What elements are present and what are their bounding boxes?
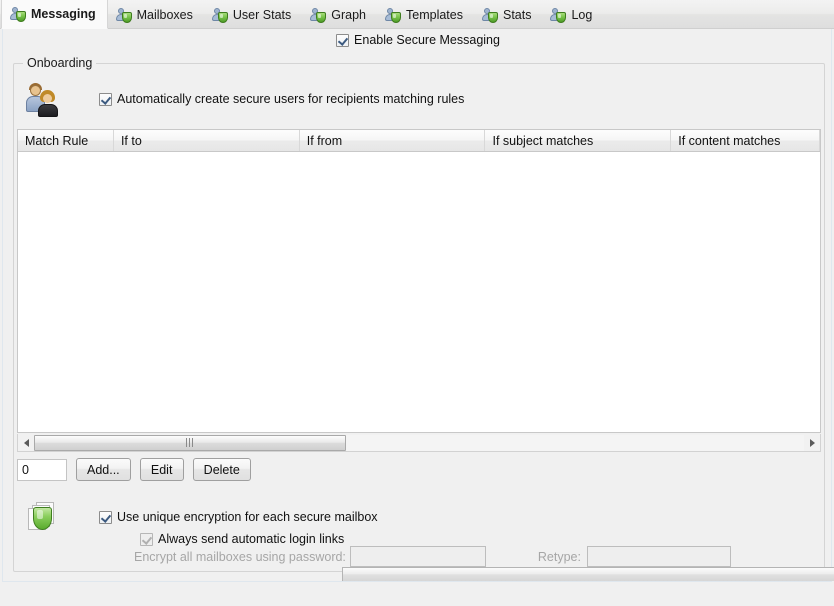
retype-password-input — [587, 546, 731, 567]
mailbox-shield-icon — [26, 501, 62, 533]
scroll-right-button[interactable] — [804, 435, 820, 451]
column-header-if-subject-matches[interactable]: If subject matches — [485, 130, 671, 151]
tab-label: Messaging — [31, 7, 96, 21]
column-header-if-content-matches[interactable]: If content matches — [671, 130, 820, 151]
enable-secure-messaging-checkbox[interactable]: Enable Secure Messaging — [336, 33, 500, 47]
encryption-row: Use unique encryption for each secure ma… — [20, 501, 810, 533]
tab-label: Log — [571, 8, 592, 22]
column-header-if-from[interactable]: If from — [300, 130, 486, 151]
retype-label: Retype: — [538, 550, 581, 564]
onboarding-row: Automatically create secure users for re… — [20, 78, 810, 120]
table-header-row: Match Rule If to If from If subject matc… — [18, 130, 820, 152]
password-input — [350, 546, 486, 567]
user-shield-icon — [385, 7, 401, 23]
checkbox-box[interactable] — [99, 93, 112, 106]
checkbox-label: Always send automatic login links — [158, 532, 344, 546]
user-shield-icon — [212, 7, 228, 23]
checkbox-box[interactable] — [336, 34, 349, 47]
add-button[interactable]: Add... — [76, 458, 131, 481]
checkbox-label: Enable Secure Messaging — [354, 33, 500, 47]
tab-stats[interactable]: Stats — [474, 0, 543, 29]
match-rules-table[interactable]: Match Rule If to If from If subject matc… — [17, 129, 821, 433]
auto-create-users-checkbox[interactable]: Automatically create secure users for re… — [99, 92, 464, 106]
checkbox-label: Use unique encryption for each secure ma… — [117, 510, 378, 524]
rules-toolbar: Add... Edit Delete — [17, 458, 251, 481]
scrollbar-thumb[interactable] — [34, 435, 346, 451]
messaging-panel: Enable Secure Messaging Onboarding Autom… — [2, 29, 832, 582]
password-label: Encrypt all mailboxes using password: — [134, 550, 346, 564]
delete-button[interactable]: Delete — [193, 458, 251, 481]
checkbox-box[interactable] — [99, 511, 112, 524]
tab-messaging[interactable]: Messaging — [1, 0, 108, 29]
column-header-match-rule[interactable]: Match Rule — [18, 130, 114, 151]
triangle-right-icon — [810, 439, 815, 447]
scroll-left-button[interactable] — [18, 435, 34, 451]
tab-user-stats[interactable]: User Stats — [204, 0, 302, 29]
user-shield-icon — [550, 7, 566, 23]
tab-templates[interactable]: Templates — [377, 0, 474, 29]
scrollbar-track[interactable] — [34, 435, 804, 451]
auto-login-links-row: Always send automatic login links — [140, 532, 344, 546]
rule-count-input[interactable] — [17, 459, 67, 481]
auto-login-links-checkbox: Always send automatic login links — [140, 532, 344, 546]
onboarding-groupbox: Onboarding Automatically create secure u… — [13, 63, 825, 572]
edit-button[interactable]: Edit — [140, 458, 184, 481]
tab-bar: Messaging Mailboxes User Stats Graph Tem… — [0, 0, 834, 29]
column-header-if-to[interactable]: If to — [114, 130, 300, 151]
tab-mailboxes[interactable]: Mailboxes — [108, 0, 204, 29]
user-shield-icon — [10, 6, 26, 22]
tab-log[interactable]: Log — [542, 0, 603, 29]
enable-secure-messaging-row: Enable Secure Messaging — [3, 33, 833, 47]
user-shield-icon — [310, 7, 326, 23]
bottom-toolbar-strip[interactable] — [342, 567, 834, 581]
checkbox-label: Automatically create secure users for re… — [117, 92, 464, 106]
table-horizontal-scrollbar[interactable] — [17, 434, 821, 452]
tab-label: Templates — [406, 8, 463, 22]
grip-lines-icon — [186, 438, 194, 447]
checkbox-box — [140, 533, 153, 546]
tab-label: Stats — [503, 8, 532, 22]
tab-label: Graph — [331, 8, 366, 22]
user-shield-icon — [482, 7, 498, 23]
two-users-icon — [26, 82, 60, 116]
tab-label: Mailboxes — [137, 8, 193, 22]
user-shield-icon — [116, 7, 132, 23]
triangle-left-icon — [24, 439, 29, 447]
tab-label: User Stats — [233, 8, 291, 22]
password-row: Encrypt all mailboxes using password: Re… — [134, 546, 814, 567]
tab-graph[interactable]: Graph — [302, 0, 377, 29]
table-body-empty[interactable] — [18, 152, 820, 433]
unique-encryption-checkbox[interactable]: Use unique encryption for each secure ma… — [99, 510, 378, 524]
onboarding-legend: Onboarding — [23, 56, 96, 70]
